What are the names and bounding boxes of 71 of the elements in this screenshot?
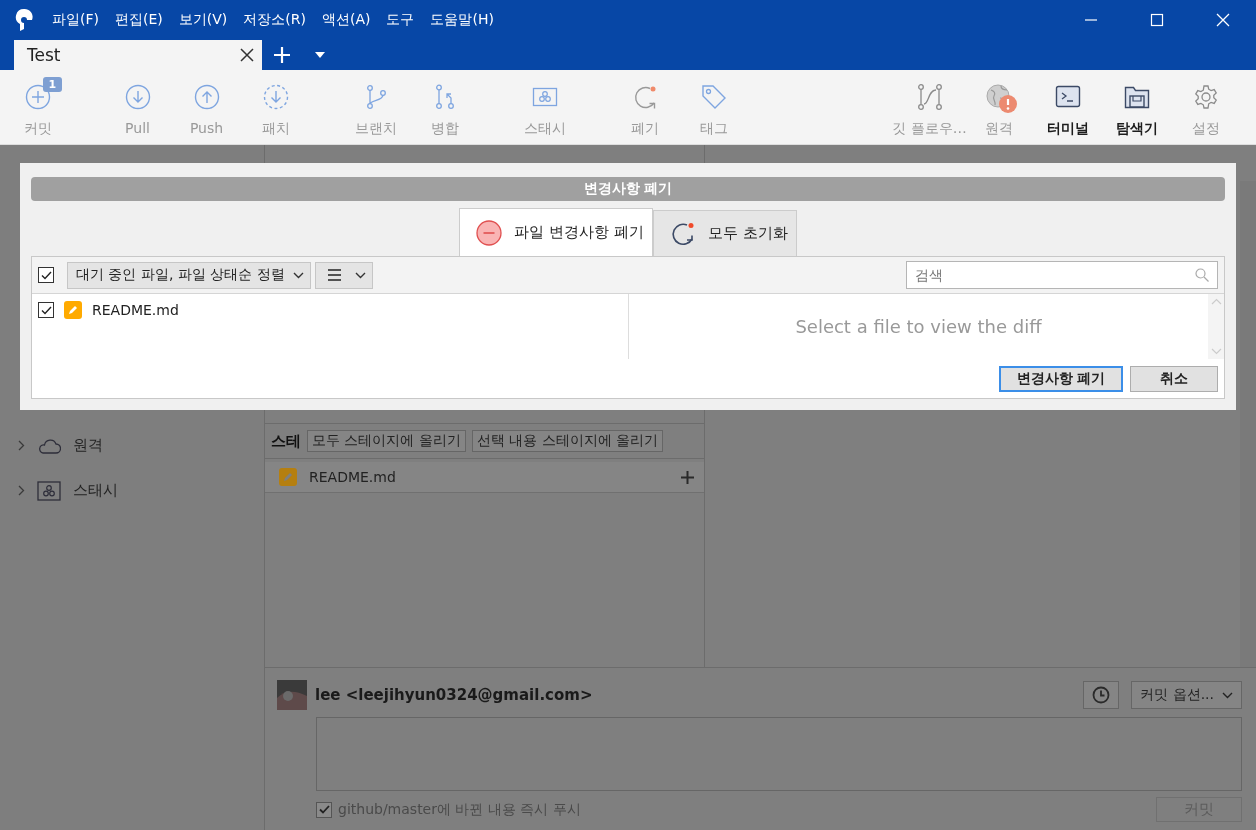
select-all-checkbox[interactable] — [38, 267, 54, 283]
author-name: lee <leejihyun0324@gmail.com> — [315, 686, 593, 704]
clock-icon — [1092, 686, 1111, 704]
download-icon — [262, 84, 289, 110]
stash-icon — [37, 480, 61, 501]
download-icon — [124, 84, 151, 110]
stage-button[interactable]: 모두 스테이지에 올리기 — [307, 430, 466, 452]
menu-item[interactable]: 저장소(R) — [243, 11, 306, 29]
toolbar-button[interactable]: 터미널 — [1033, 70, 1102, 144]
sidebar-label: 스태시 — [73, 481, 118, 500]
folder-icon — [1123, 84, 1150, 110]
sidebar-item[interactable]: 원격 — [0, 423, 264, 468]
logo-icon — [14, 8, 34, 32]
dialog-title: 변경사항 폐기 — [31, 177, 1225, 201]
menu-item[interactable]: 보기(V) — [178, 11, 228, 29]
cancel-button[interactable]: 취소 — [1130, 366, 1218, 392]
plus-icon[interactable] — [681, 470, 694, 484]
modified-file-icon — [64, 301, 82, 319]
chevron-right-icon — [18, 485, 25, 496]
minus-circle-icon — [476, 219, 503, 246]
git-flow-icon — [916, 84, 943, 110]
cloud-icon — [37, 437, 61, 454]
dialog-tab[interactable]: 모두 초기화 — [652, 210, 797, 256]
check-icon — [40, 305, 52, 315]
chevron-down-icon — [292, 271, 304, 279]
check-icon — [318, 805, 330, 814]
modified-file-icon — [279, 468, 297, 486]
sort-dropdown[interactable]: 대기 중인 파일, 파일 상태순 정렬 — [67, 261, 311, 289]
commit-message-field[interactable] — [316, 717, 1242, 791]
close-icon[interactable] — [240, 48, 254, 62]
maximize-icon[interactable] — [1150, 13, 1164, 27]
chevron-down-icon — [1222, 691, 1233, 699]
empty-diff-message: Select a file to view the diff — [795, 316, 1042, 337]
list-icon — [327, 269, 341, 281]
discard-button[interactable]: 변경사항 폐기 — [999, 366, 1123, 392]
toolbar-button[interactable]: 탐색기 — [1102, 70, 1171, 144]
upload-icon — [193, 84, 220, 110]
sidebar-item[interactable]: 스태시 — [0, 468, 264, 513]
stage-button[interactable]: 선택 내용 스테이지에 올리기 — [471, 430, 664, 452]
checkbox[interactable] — [316, 801, 332, 818]
tag-icon — [700, 84, 727, 110]
add-tab-icon[interactable] — [273, 46, 291, 64]
terminal-icon — [1054, 84, 1081, 110]
file-row[interactable]: README.md — [265, 462, 704, 493]
dialog-tab[interactable]: 파일 변경사항 폐기 — [459, 208, 653, 256]
view-mode-dropdown[interactable] — [314, 261, 373, 289]
menu-item[interactable]: 액션(A) — [321, 11, 371, 29]
commit-options-dropdown[interactable]: 커밋 옵션... — [1131, 681, 1242, 709]
settings-icon — [1192, 84, 1219, 110]
reset-icon — [669, 220, 696, 247]
file-name: README.md — [92, 302, 179, 318]
repository-tab[interactable]: Test — [14, 40, 262, 70]
search-icon — [1195, 268, 1209, 282]
chevron-down-icon — [354, 271, 366, 279]
search-field[interactable]: 검색 — [906, 261, 1218, 289]
plus-circle-icon — [24, 84, 51, 110]
menu-item[interactable]: 파일(F) — [52, 11, 99, 29]
file-row[interactable]: README.md — [32, 294, 628, 326]
file-checkbox[interactable] — [38, 302, 54, 318]
file-name: README.md — [309, 469, 396, 485]
count-badge: 1 — [42, 77, 63, 92]
check-icon — [40, 270, 52, 280]
dropdown-icon[interactable] — [315, 52, 325, 58]
sidebar-label: 원격 — [73, 436, 103, 455]
menu-item[interactable]: 도움말(H) — [430, 11, 494, 29]
section-label: 스테 — [271, 431, 301, 451]
chevron-right-icon — [18, 440, 25, 451]
history-button[interactable] — [1083, 681, 1120, 709]
menu-item[interactable]: 도구 — [386, 11, 415, 29]
menu-item[interactable]: 편집(E) — [115, 11, 163, 29]
avatar — [277, 680, 307, 710]
